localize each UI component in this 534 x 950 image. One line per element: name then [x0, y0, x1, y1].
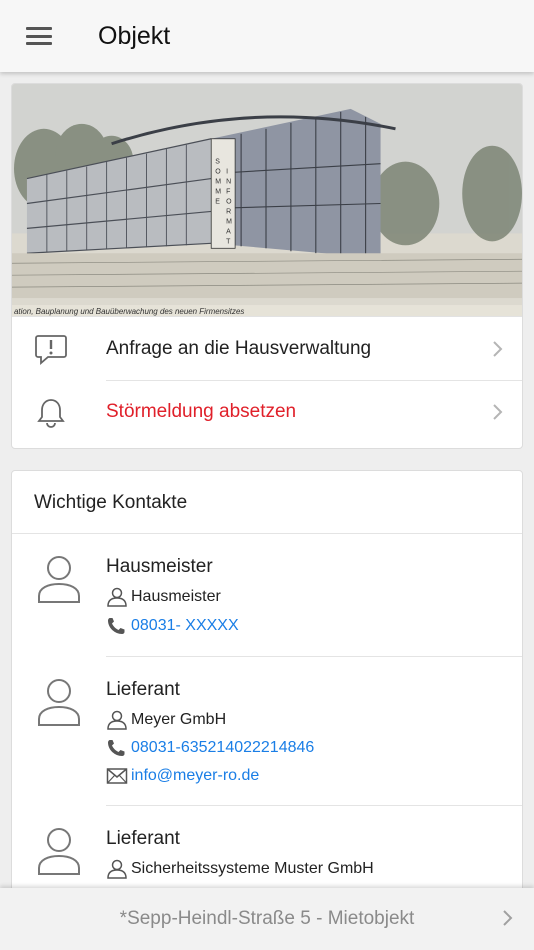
- section-title: Wichtige Kontakte: [34, 492, 188, 513]
- contact-email-line[interactable]: info@meyer-ro.de: [106, 766, 259, 786]
- contact-item[interactable]: Hausmeister Hausmeister 08031- XXXXX: [12, 534, 522, 656]
- contacts-card: Wichtige Kontakte Hausmeister Hausmeiste…: [11, 470, 523, 900]
- svg-text:M: M: [226, 218, 232, 225]
- request-management-label: Anfrage an die Hausverwaltung: [106, 338, 372, 359]
- svg-text:R: R: [226, 208, 231, 215]
- contact-role: Lieferant: [106, 679, 180, 700]
- chevron-right-icon: [503, 910, 513, 926]
- message-alert-icon: [35, 335, 67, 365]
- contact-email-link[interactable]: info@meyer-ro.de: [131, 767, 259, 785]
- app-bar: Objekt: [0, 0, 534, 72]
- svg-text:E: E: [215, 198, 220, 205]
- contact-role: Lieferant: [106, 828, 180, 849]
- contact-phone-link[interactable]: 08031- XXXXX: [131, 617, 239, 635]
- contact-phone-link[interactable]: 08031-635214022214846: [131, 739, 314, 757]
- contact-name-line: Meyer GmbH: [106, 710, 226, 730]
- fault-report-label: Störmeldung absetzen: [106, 401, 297, 422]
- property-card: SOMME INFORMAT ation, Bauplanung und Bau…: [11, 83, 523, 449]
- contact-item[interactable]: Lieferant Sicherheitssysteme Muster GmbH: [12, 806, 522, 899]
- contact-item[interactable]: Lieferant Meyer GmbH 08031-6352140222148…: [12, 657, 522, 805]
- svg-text:A: A: [226, 228, 231, 235]
- phone-icon: [108, 618, 125, 634]
- svg-text:F: F: [226, 189, 230, 196]
- contact-role: Hausmeister: [106, 556, 213, 577]
- phone-icon: [108, 740, 125, 756]
- contact-name: Meyer GmbH: [131, 711, 227, 728]
- contact-name: Hausmeister: [131, 588, 221, 605]
- svg-text:S: S: [215, 159, 220, 166]
- svg-text:T: T: [226, 238, 231, 245]
- building-sketch-image: SOMME INFORMAT ation, Bauplanung und Bau…: [12, 84, 522, 317]
- svg-text:O: O: [215, 169, 221, 176]
- person-avatar-icon: [38, 828, 80, 875]
- svg-text:I: I: [226, 169, 228, 176]
- svg-text:O: O: [226, 198, 232, 205]
- property-label: *Sepp-Heindl-Straße 5 - Mietobjekt: [119, 908, 415, 929]
- contact-phone-line[interactable]: 08031-635214022214846: [106, 738, 314, 758]
- svg-text:M: M: [215, 179, 221, 186]
- person-icon: [107, 710, 127, 730]
- svg-text:M: M: [215, 189, 221, 196]
- bell-icon: [37, 399, 65, 428]
- person-avatar-icon: [38, 556, 80, 603]
- request-management-row[interactable]: Anfrage an die Hausverwaltung: [12, 318, 522, 380]
- chevron-right-icon: [493, 404, 503, 420]
- mail-icon: [106, 768, 128, 784]
- contact-name-line: Hausmeister: [106, 587, 221, 607]
- chevron-right-icon: [493, 341, 503, 357]
- contact-phone-line[interactable]: 08031- XXXXX: [106, 616, 239, 636]
- hero-caption: ation, Bauplanung und Bauüberwachung des…: [14, 307, 244, 316]
- fault-report-row[interactable]: Störmeldung absetzen: [12, 381, 522, 443]
- hamburger-menu-icon[interactable]: [24, 24, 54, 48]
- property-selector-bar[interactable]: *Sepp-Heindl-Straße 5 - Mietobjekt: [0, 888, 534, 950]
- svg-text:N: N: [226, 179, 231, 186]
- contact-name: Sicherheitssysteme Muster GmbH: [131, 860, 374, 877]
- page-title: Objekt: [98, 22, 171, 50]
- person-icon: [107, 587, 127, 607]
- person-avatar-icon: [38, 679, 80, 726]
- contact-name-line: Sicherheitssysteme Muster GmbH: [106, 859, 374, 879]
- person-icon: [107, 859, 127, 879]
